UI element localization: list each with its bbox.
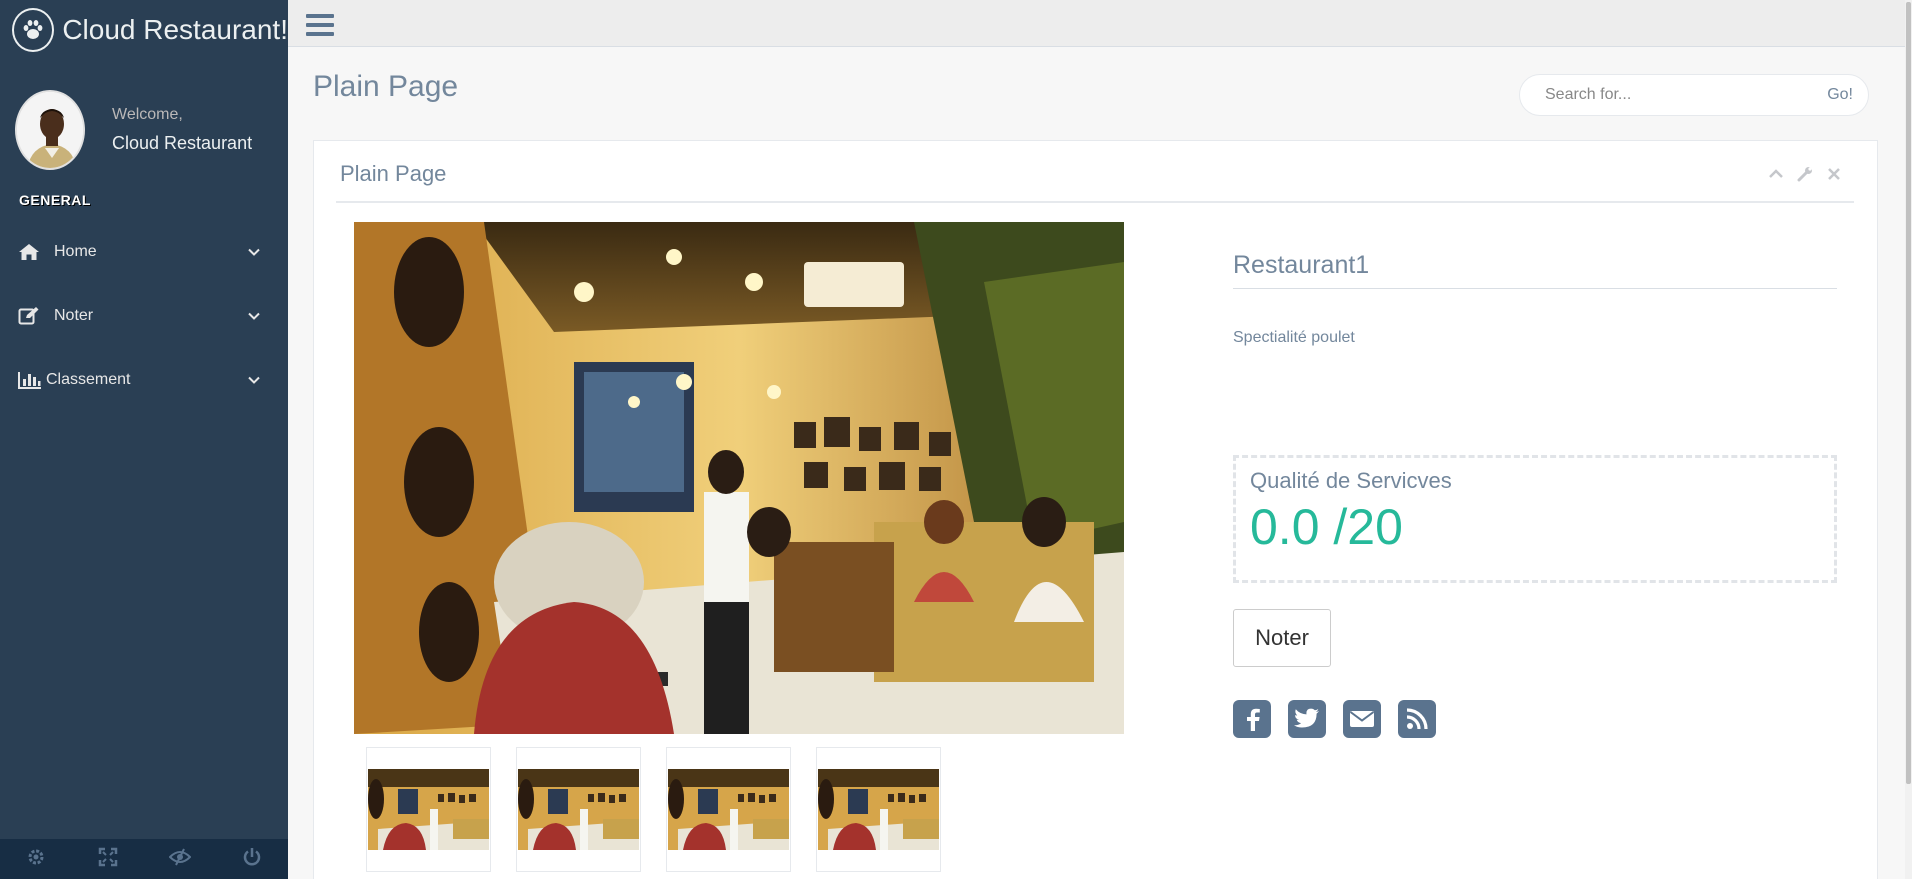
panel-title: Plain Page (340, 161, 447, 186)
social-links (1233, 700, 1837, 738)
search-input[interactable] (1520, 86, 1828, 104)
side-menu: Home Noter Classement (0, 220, 288, 412)
rate-button[interactable]: Noter (1233, 609, 1331, 667)
home-icon (18, 243, 44, 261)
gallery-thumbnail[interactable] (366, 747, 491, 872)
wrench-icon[interactable] (1796, 165, 1813, 182)
profile: Welcome, Cloud Restaurant (0, 60, 288, 170)
sidebar-item-label: Classement (46, 371, 131, 388)
sidebar-item-label: Home (54, 243, 97, 260)
restaurant-specialty: Spectialité poulet (1233, 329, 1355, 346)
close-icon[interactable] (1825, 165, 1842, 182)
restaurant-thumbnail-image (368, 769, 489, 850)
quality-label: Qualité de Servicves (1250, 468, 1452, 493)
quality-box: Qualité de Servicves 0.0 /20 (1233, 455, 1837, 583)
gallery-thumbnail[interactable] (816, 747, 941, 872)
search-bar: Go! (1519, 74, 1869, 116)
sidebar-item-noter[interactable]: Noter (0, 284, 288, 348)
restaurant-thumbnail-image (518, 769, 639, 850)
search-go-button[interactable]: Go! (1827, 86, 1868, 104)
brand[interactable]: Cloud Restaurant! (0, 0, 288, 60)
restaurant-info: Restaurant1 Spectialité poulet Qualité d… (1233, 251, 1837, 738)
logout-button[interactable] (216, 839, 288, 879)
chevron-up-icon[interactable] (1767, 165, 1784, 182)
sidebar-item-label: Noter (54, 307, 94, 324)
profile-name: Cloud Restaurant (112, 133, 253, 153)
menu-section-title: GENERAL (19, 192, 91, 208)
panel-header: Plain Page (336, 141, 1854, 203)
paw-icon (12, 8, 55, 52)
fullscreen-icon (98, 847, 118, 872)
panel-toolbox (1767, 165, 1842, 182)
page-scrollbar[interactable] (1905, 0, 1912, 879)
welcome-text: Welcome, (112, 106, 183, 123)
twitter-icon[interactable] (1288, 700, 1326, 738)
scrollbar-thumb[interactable] (1906, 2, 1911, 784)
bar-chart-icon (18, 371, 44, 389)
content-panel: Plain Page Restaurant1 Spectialité poule… (313, 140, 1878, 879)
rss-icon[interactable] (1398, 700, 1436, 738)
lock-eye-icon (168, 847, 192, 872)
restaurant-thumbnail-image (818, 769, 939, 850)
fullscreen-button[interactable] (72, 839, 144, 879)
sidebar-item-classement[interactable]: Classement (0, 348, 288, 412)
brand-title: Cloud Restaurant! (62, 14, 288, 45)
facebook-icon[interactable] (1233, 700, 1271, 738)
sidebar: Cloud Restaurant! Welcome, Cloud Restaur… (0, 0, 288, 879)
restaurant-name: Restaurant1 (1233, 251, 1837, 289)
lock-button[interactable] (144, 839, 216, 879)
menu-toggle-icon[interactable] (306, 14, 334, 38)
chevron-down-icon (248, 371, 260, 389)
power-icon (242, 847, 262, 872)
settings-icon (26, 847, 46, 872)
page-title: Plain Page (313, 70, 459, 103)
settings-button[interactable] (0, 839, 72, 879)
gallery-thumbnail[interactable] (666, 747, 791, 872)
restaurant-photo (354, 222, 1124, 734)
chevron-down-icon (248, 307, 260, 325)
avatar (15, 90, 85, 170)
sidebar-item-home[interactable]: Home (0, 220, 288, 284)
quality-score: 0.0 /20 (1250, 499, 1403, 555)
chevron-down-icon (248, 243, 260, 261)
top-nav (288, 0, 1909, 47)
sidebar-footer (0, 839, 288, 879)
gallery-thumbnail[interactable] (516, 747, 641, 872)
envelope-icon[interactable] (1343, 700, 1381, 738)
thumbnail-gallery (366, 747, 941, 872)
restaurant-thumbnail-image (668, 769, 789, 850)
edit-icon (18, 306, 44, 326)
